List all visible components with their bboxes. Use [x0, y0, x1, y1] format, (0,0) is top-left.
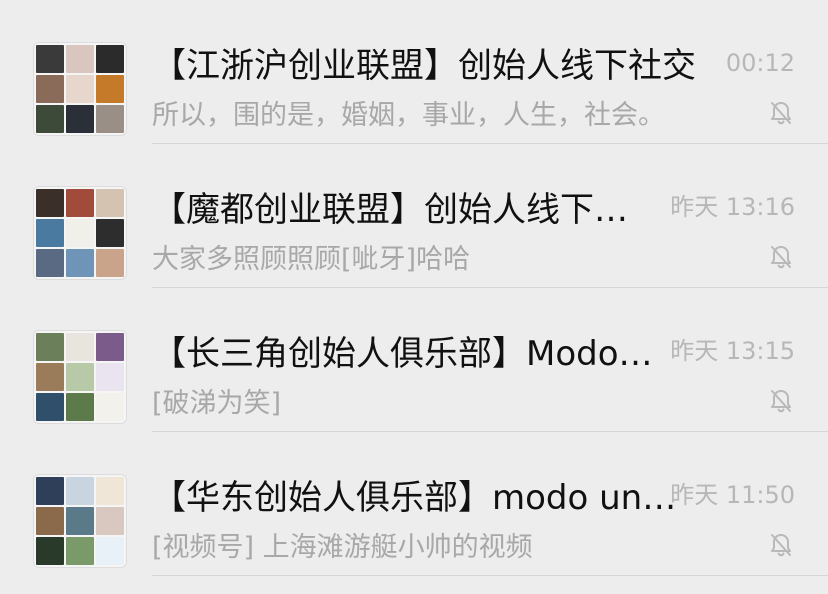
group-avatar — [33, 474, 127, 568]
avatar-tile — [36, 537, 64, 565]
group-avatar — [33, 186, 127, 280]
chat-time: 00:12 — [725, 49, 795, 77]
chat-preview: 大家多照顾照顾[呲牙]哈哈 — [152, 244, 471, 275]
chat-list: 【江浙沪创业联盟】创始人线下社交所以，围的是，婚姻，事业，人生，社会。 00:12… — [0, 0, 828, 594]
chat-row[interactable]: 【江浙沪创业联盟】创始人线下社交所以，围的是，婚姻，事业，人生，社会。 00:12 — [0, 0, 828, 144]
chat-time: 昨天 13:16 — [670, 193, 795, 221]
avatar-tile — [66, 189, 94, 217]
avatar-tile — [66, 45, 94, 73]
avatar-tile — [36, 189, 64, 217]
group-avatar — [33, 330, 127, 424]
avatar-tile — [36, 477, 64, 505]
avatar-tile — [66, 477, 94, 505]
avatar-tile — [66, 393, 94, 421]
chat-title: 【长三角创始人俱乐部】Modo… — [152, 334, 653, 374]
avatar-tile — [96, 363, 124, 391]
chat-title: 【魔都创业联盟】创始人线下… — [152, 190, 628, 230]
chat-preview: 所以，围的是，婚姻，事业，人生，社会。 — [152, 100, 665, 131]
mute-bell-icon — [768, 532, 794, 558]
chat-time: 昨天 11:50 — [670, 481, 795, 509]
avatar-tile — [96, 45, 124, 73]
chat-row[interactable]: 【华东创始人俱乐部】modo un… [视频号] 上海滩游艇小帅的视频 昨天 11:… — [0, 432, 828, 576]
mute-bell-icon — [768, 388, 794, 414]
avatar-tile — [36, 333, 64, 361]
row-divider — [152, 575, 828, 576]
chat-row[interactable]: 【魔都创业联盟】创始人线下… 大家多照顾照顾[呲牙]哈哈 昨天 13:16 — [0, 144, 828, 288]
avatar-tile — [96, 333, 124, 361]
mute-bell-icon — [768, 100, 794, 126]
group-avatar — [33, 42, 127, 136]
avatar-tile — [36, 249, 64, 277]
avatar-tile — [36, 393, 64, 421]
avatar-tile — [66, 249, 94, 277]
chat-title: 【江浙沪创业联盟】创始人线下社交 — [152, 46, 696, 86]
avatar-tile — [66, 537, 94, 565]
avatar-tile — [96, 189, 124, 217]
chat-row[interactable]: 【长三角创始人俱乐部】Modo… [破涕为笑] 昨天 13:15 — [0, 288, 828, 432]
avatar-tile — [96, 75, 124, 103]
avatar-tile — [36, 219, 64, 247]
avatar-tile — [96, 393, 124, 421]
avatar-tile — [96, 249, 124, 277]
avatar-tile — [66, 363, 94, 391]
avatar-tile — [66, 219, 94, 247]
avatar-tile — [36, 507, 64, 535]
avatar-tile — [66, 75, 94, 103]
avatar-tile — [96, 219, 124, 247]
avatar-tile — [66, 507, 94, 535]
avatar-tile — [96, 477, 124, 505]
avatar-tile — [36, 45, 64, 73]
chat-title: 【华东创始人俱乐部】modo un… — [152, 478, 677, 518]
avatar-tile — [36, 363, 64, 391]
avatar-tile — [96, 507, 124, 535]
mute-bell-icon — [768, 244, 794, 270]
avatar-tile — [96, 537, 124, 565]
avatar-tile — [96, 105, 124, 133]
avatar-tile — [66, 333, 94, 361]
chat-preview: [视频号] 上海滩游艇小帅的视频 — [152, 532, 533, 563]
chat-preview: [破涕为笑] — [152, 388, 282, 419]
chat-time: 昨天 13:15 — [670, 337, 795, 365]
avatar-tile — [36, 75, 64, 103]
avatar-tile — [36, 105, 64, 133]
avatar-tile — [66, 105, 94, 133]
